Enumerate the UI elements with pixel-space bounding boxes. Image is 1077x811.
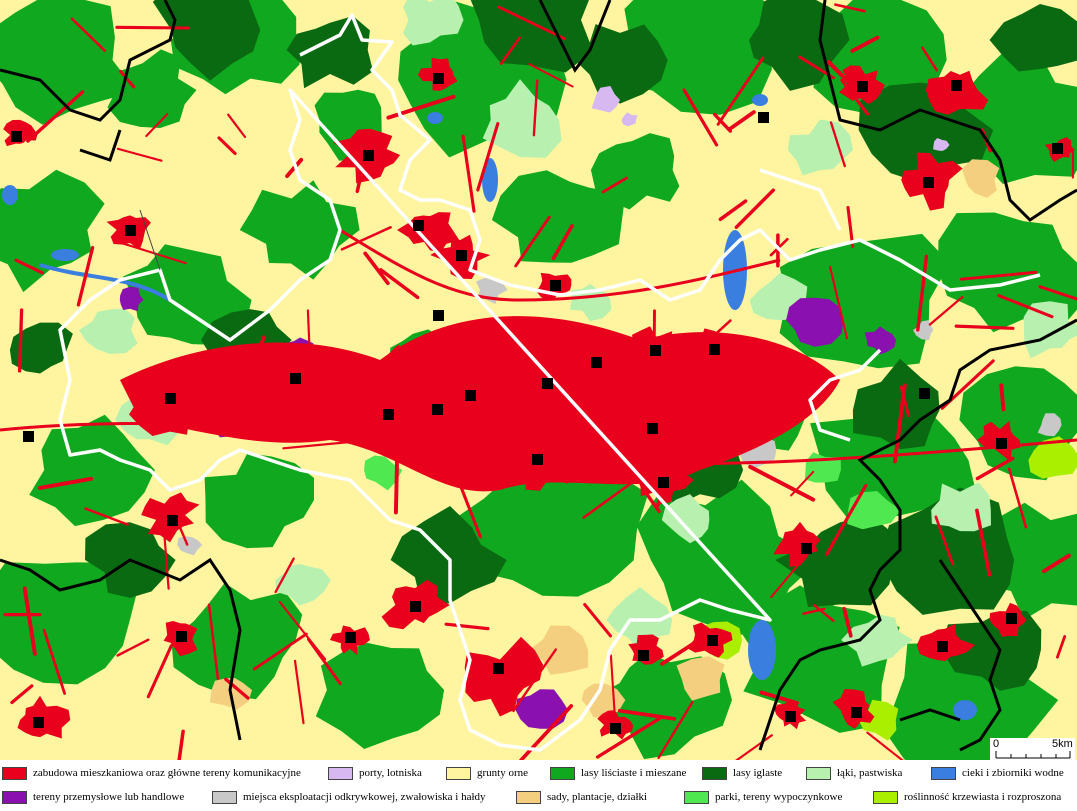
road-segment	[393, 431, 400, 515]
legend-label: tereny przemysłowe lub handlowe	[33, 791, 185, 803]
legend-item-airports: porty, lotniska	[328, 764, 422, 782]
legend-item-orchards: sady, plantacje, działki	[516, 788, 647, 806]
town-marker	[785, 711, 796, 722]
town-marker	[167, 515, 178, 526]
legend-swatch	[702, 766, 727, 780]
town-marker	[465, 390, 476, 401]
legend-label: lasy iglaste	[733, 767, 783, 779]
town-marker	[542, 378, 553, 389]
town-marker	[758, 112, 769, 123]
legend-label: sady, plantacje, działki	[547, 791, 648, 803]
legend-label: zabudowa mieszkaniowa oraz główne tereny…	[33, 767, 301, 779]
road-segment	[999, 383, 1006, 412]
legend-swatch	[806, 766, 831, 780]
legend-swatch	[2, 766, 27, 780]
road-segment	[17, 308, 24, 373]
town-marker	[413, 220, 424, 231]
town-marker	[851, 707, 862, 718]
road-segment	[954, 324, 1015, 330]
road-segment	[115, 25, 191, 30]
town-marker	[363, 150, 374, 161]
legend-swatch	[516, 790, 541, 804]
town-marker	[951, 80, 962, 91]
water-body	[427, 112, 443, 124]
town-marker	[647, 423, 658, 434]
legend-swatch	[550, 766, 575, 780]
scale-end-label: 5km	[1052, 738, 1073, 750]
town-marker	[937, 641, 948, 652]
legend-label: miejsca eksploatacji odkrywkowej, zwałow…	[243, 791, 486, 803]
legend-swatch	[446, 766, 471, 780]
legend-swatch	[931, 766, 956, 780]
town-marker	[433, 73, 444, 84]
legend-item-industrial: tereny przemysłowe lub handlowe	[2, 788, 184, 806]
town-marker	[125, 225, 136, 236]
legend-item-meadows: łąki, pastwiska	[806, 764, 902, 782]
town-marker	[707, 635, 718, 646]
legend-swatch	[212, 790, 237, 804]
legend-swatch	[2, 790, 27, 804]
land-cover-map	[0, 0, 1077, 760]
legend-swatch	[328, 766, 353, 780]
town-marker	[550, 280, 561, 291]
legend-swatch	[684, 790, 709, 804]
water-body	[2, 185, 18, 205]
town-marker	[638, 650, 649, 661]
town-marker	[23, 431, 34, 442]
town-marker	[1006, 613, 1017, 624]
legend-label: lasy liściaste i mieszane	[581, 767, 687, 779]
town-marker	[176, 631, 187, 642]
town-marker	[919, 388, 930, 399]
town-marker	[650, 345, 661, 356]
town-marker	[345, 632, 356, 643]
town-marker	[532, 454, 543, 465]
legend-label: porty, lotniska	[359, 767, 422, 779]
town-marker	[610, 723, 621, 734]
legend-label: cieki i zbiorniki wodne	[962, 767, 1064, 779]
legend-item-water: cieki i zbiorniki wodne	[931, 764, 1064, 782]
town-marker	[165, 393, 176, 404]
legend-item-parks: parki, tereny wypoczynkowe	[684, 788, 842, 806]
town-marker	[493, 663, 504, 674]
map-canvas	[0, 0, 1077, 760]
town-marker	[591, 357, 602, 368]
legend-label: łąki, pastwiska	[837, 767, 903, 779]
town-marker	[923, 177, 934, 188]
legend-item-shrubs: roślinność krzewiasta i rozproszona	[873, 788, 1061, 806]
town-marker	[709, 344, 720, 355]
water-body	[748, 620, 776, 680]
town-marker	[11, 131, 22, 142]
town-marker	[290, 373, 301, 384]
water-body	[51, 249, 79, 261]
legend-label: roślinność krzewiasta i rozproszona	[904, 791, 1062, 803]
scale-start-label: 0	[993, 738, 1000, 750]
water-body	[953, 700, 977, 720]
legend-item-deciduous-forest: lasy liściaste i mieszane	[550, 764, 686, 782]
town-marker	[33, 717, 44, 728]
town-marker	[432, 404, 443, 415]
town-marker	[383, 409, 394, 420]
town-marker	[857, 81, 868, 92]
town-marker	[410, 601, 421, 612]
town-marker	[456, 250, 467, 261]
legend-item-coniferous-forest: lasy iglaste	[702, 764, 782, 782]
legend-label: grunty orne	[477, 767, 529, 779]
town-marker	[801, 543, 812, 554]
town-marker	[1052, 143, 1063, 154]
town-marker	[658, 477, 669, 488]
legend-item-arable: grunty orne	[446, 764, 528, 782]
map-legend: zabudowa mieszkaniowa oraz główne tereny…	[0, 760, 1077, 811]
legend-label: parki, tereny wypoczynkowe	[715, 791, 843, 803]
legend-item-residential: zabudowa mieszkaniowa oraz główne tereny…	[2, 764, 301, 782]
town-marker	[996, 438, 1007, 449]
town-marker	[433, 310, 444, 321]
legend-swatch	[873, 790, 898, 804]
legend-item-mining: miejsca eksploatacji odkrywkowej, zwałow…	[212, 788, 486, 806]
water-body	[752, 94, 768, 106]
scale-bar: 0 5km	[990, 738, 1075, 760]
